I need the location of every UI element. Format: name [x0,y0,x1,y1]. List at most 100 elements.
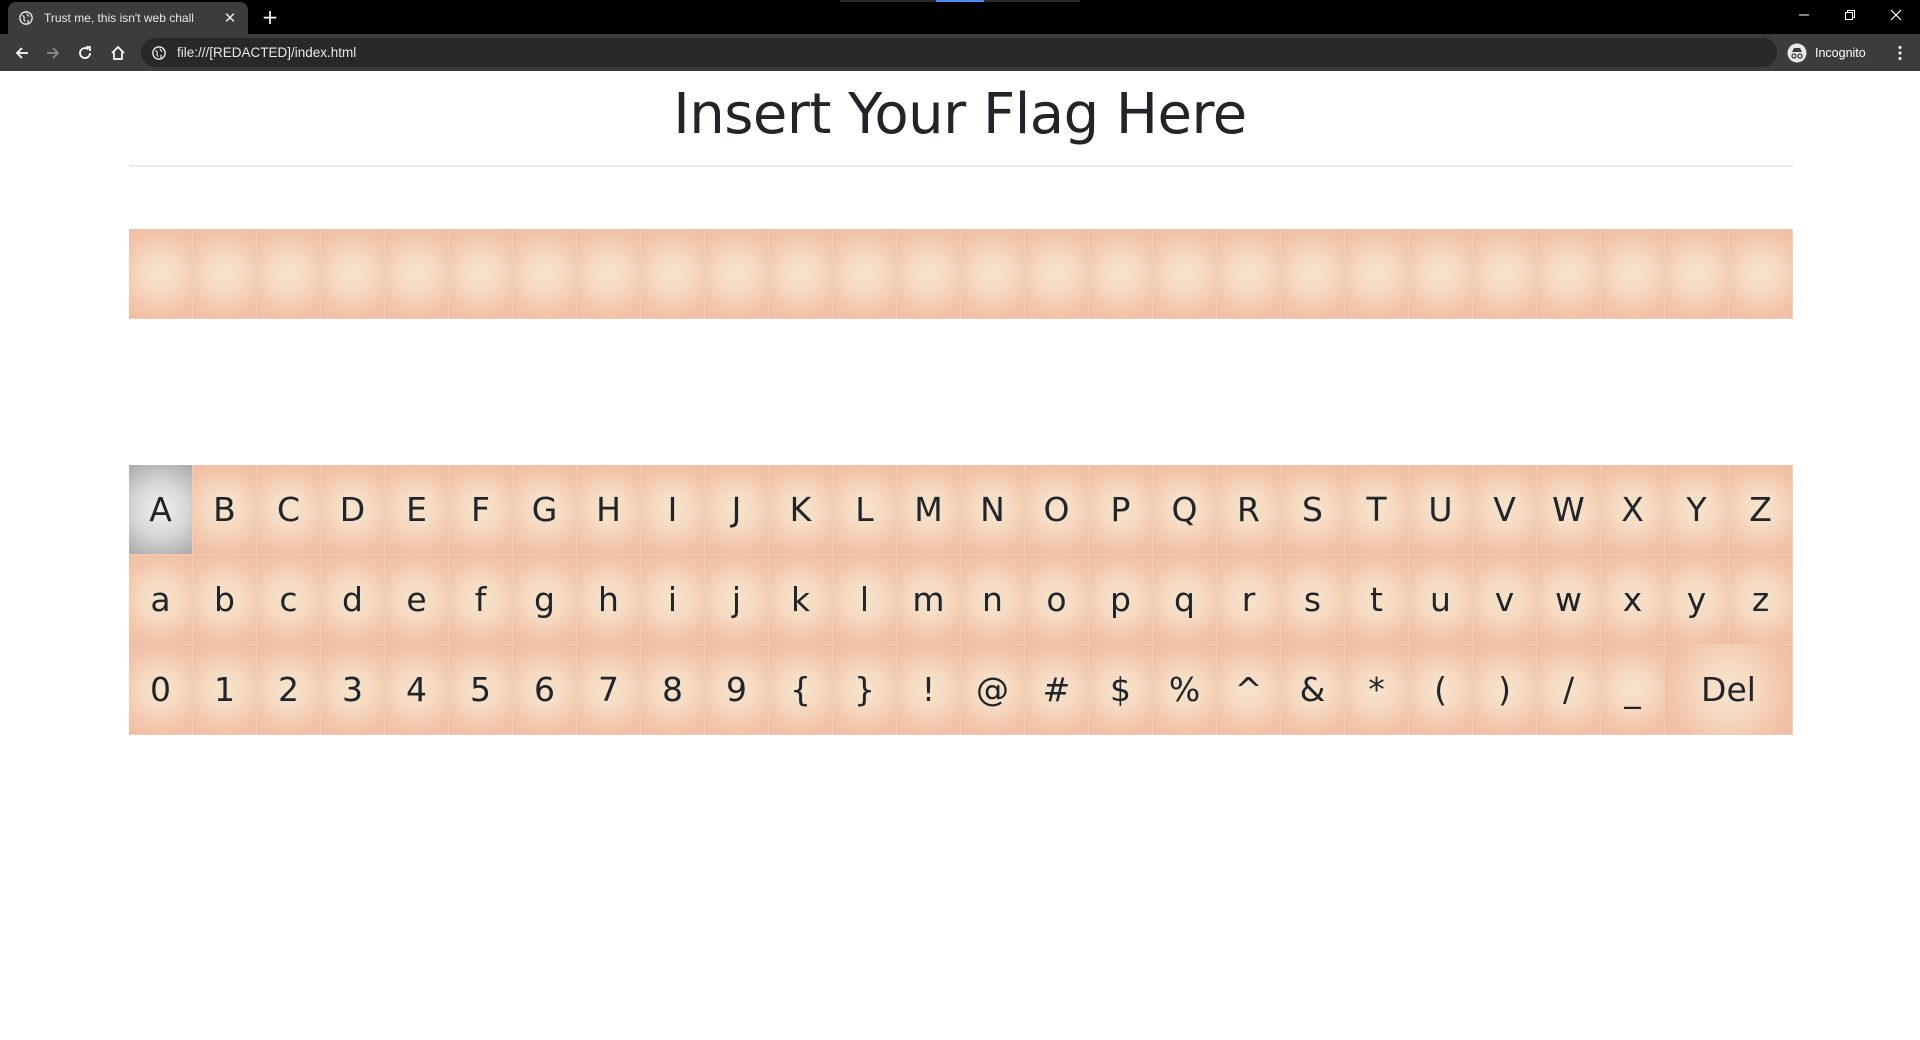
char-key[interactable]: S [1281,465,1345,555]
char-key[interactable]: K [769,465,833,555]
char-key[interactable]: g [513,555,577,645]
char-key[interactable]: J [705,465,769,555]
char-key[interactable]: O [1025,465,1089,555]
char-key[interactable]: p [1089,555,1153,645]
char-key[interactable]: G [513,465,577,555]
char-key[interactable]: ^ [1217,645,1281,735]
char-key[interactable]: 7 [577,645,641,735]
char-key[interactable]: $ [1089,645,1153,735]
home-button[interactable] [105,40,131,66]
close-window-button[interactable] [1873,0,1919,30]
char-key[interactable]: ) [1473,645,1537,735]
char-key[interactable]: y [1665,555,1729,645]
char-key[interactable]: u [1409,555,1473,645]
char-key[interactable]: V [1473,465,1537,555]
char-key[interactable]: w [1537,555,1601,645]
char-key[interactable]: * [1345,645,1409,735]
forward-button[interactable] [40,40,66,66]
char-key[interactable]: 5 [449,645,513,735]
char-key[interactable]: 6 [513,645,577,735]
char-key[interactable]: ! [897,645,961,735]
char-key[interactable]: z [1729,555,1793,645]
char-key[interactable]: t [1345,555,1409,645]
char-key[interactable]: m [897,555,961,645]
char-key[interactable]: c [257,555,321,645]
char-key[interactable]: 2 [257,645,321,735]
char-key[interactable]: U [1409,465,1473,555]
char-key[interactable]: x [1601,555,1665,645]
incognito-profile[interactable]: Incognito [1787,39,1866,66]
char-key[interactable]: W [1537,465,1601,555]
char-key[interactable]: 4 [385,645,449,735]
flag-slot [1473,229,1537,319]
char-key[interactable]: M [897,465,961,555]
delete-key[interactable]: Del [1665,645,1793,735]
flag-slot [961,229,1025,319]
char-key[interactable]: k [769,555,833,645]
char-key[interactable]: 0 [129,645,193,735]
minimize-button[interactable] [1781,0,1827,30]
char-key[interactable]: B [193,465,257,555]
flag-slot [193,229,257,319]
char-key[interactable]: o [1025,555,1089,645]
flag-slot [577,229,641,319]
back-button[interactable] [9,40,35,66]
char-key[interactable]: @ [961,645,1025,735]
reload-button[interactable] [72,40,98,66]
char-key[interactable]: { [769,645,833,735]
char-key[interactable]: a [129,555,193,645]
char-key[interactable]: R [1217,465,1281,555]
restore-button[interactable] [1827,0,1873,30]
flag-slot [513,229,577,319]
char-key[interactable]: 1 [193,645,257,735]
char-key[interactable]: T [1345,465,1409,555]
char-key[interactable]: l [833,555,897,645]
char-key[interactable]: s [1281,555,1345,645]
flag-slot [321,229,385,319]
browser-tab[interactable]: Trust me, this isn't web chall ✕ [8,2,248,34]
char-key[interactable]: d [321,555,385,645]
char-key[interactable]: Z [1729,465,1793,555]
char-key[interactable]: i [641,555,705,645]
char-key[interactable]: 9 [705,645,769,735]
char-key[interactable]: } [833,645,897,735]
close-tab-icon[interactable]: ✕ [222,9,238,27]
menu-button[interactable] [1888,40,1912,66]
char-key[interactable]: P [1089,465,1153,555]
char-key[interactable]: ( [1409,645,1473,735]
char-key[interactable]: j [705,555,769,645]
char-key[interactable]: I [641,465,705,555]
address-bar[interactable]: file:///[REDACTED]/index.html [141,38,1777,67]
char-key[interactable]: b [193,555,257,645]
char-key[interactable]: e [385,555,449,645]
char-key[interactable]: D [321,465,385,555]
new-tab-button[interactable]: + [258,5,282,29]
char-key[interactable]: q [1153,555,1217,645]
char-key[interactable]: / [1537,645,1601,735]
char-key[interactable]: # [1025,645,1089,735]
site-info-icon[interactable] [151,45,167,61]
char-key[interactable]: A [129,465,193,555]
char-key[interactable]: 8 [641,645,705,735]
char-key[interactable]: _ [1601,645,1665,735]
char-key[interactable]: % [1153,645,1217,735]
char-key[interactable]: Q [1153,465,1217,555]
char-key[interactable]: C [257,465,321,555]
char-key[interactable]: f [449,555,513,645]
char-key[interactable]: v [1473,555,1537,645]
char-key[interactable]: N [961,465,1025,555]
incognito-icon [1787,43,1807,62]
char-key[interactable]: n [961,555,1025,645]
char-key[interactable]: L [833,465,897,555]
char-key[interactable]: H [577,465,641,555]
char-key[interactable]: E [385,465,449,555]
flag-slot [1345,229,1409,319]
char-key[interactable]: & [1281,645,1345,735]
char-key[interactable]: r [1217,555,1281,645]
char-key[interactable]: Y [1665,465,1729,555]
char-key[interactable]: F [449,465,513,555]
flag-slot [897,229,961,319]
char-key[interactable]: 3 [321,645,385,735]
char-key[interactable]: X [1601,465,1665,555]
char-key[interactable]: h [577,555,641,645]
